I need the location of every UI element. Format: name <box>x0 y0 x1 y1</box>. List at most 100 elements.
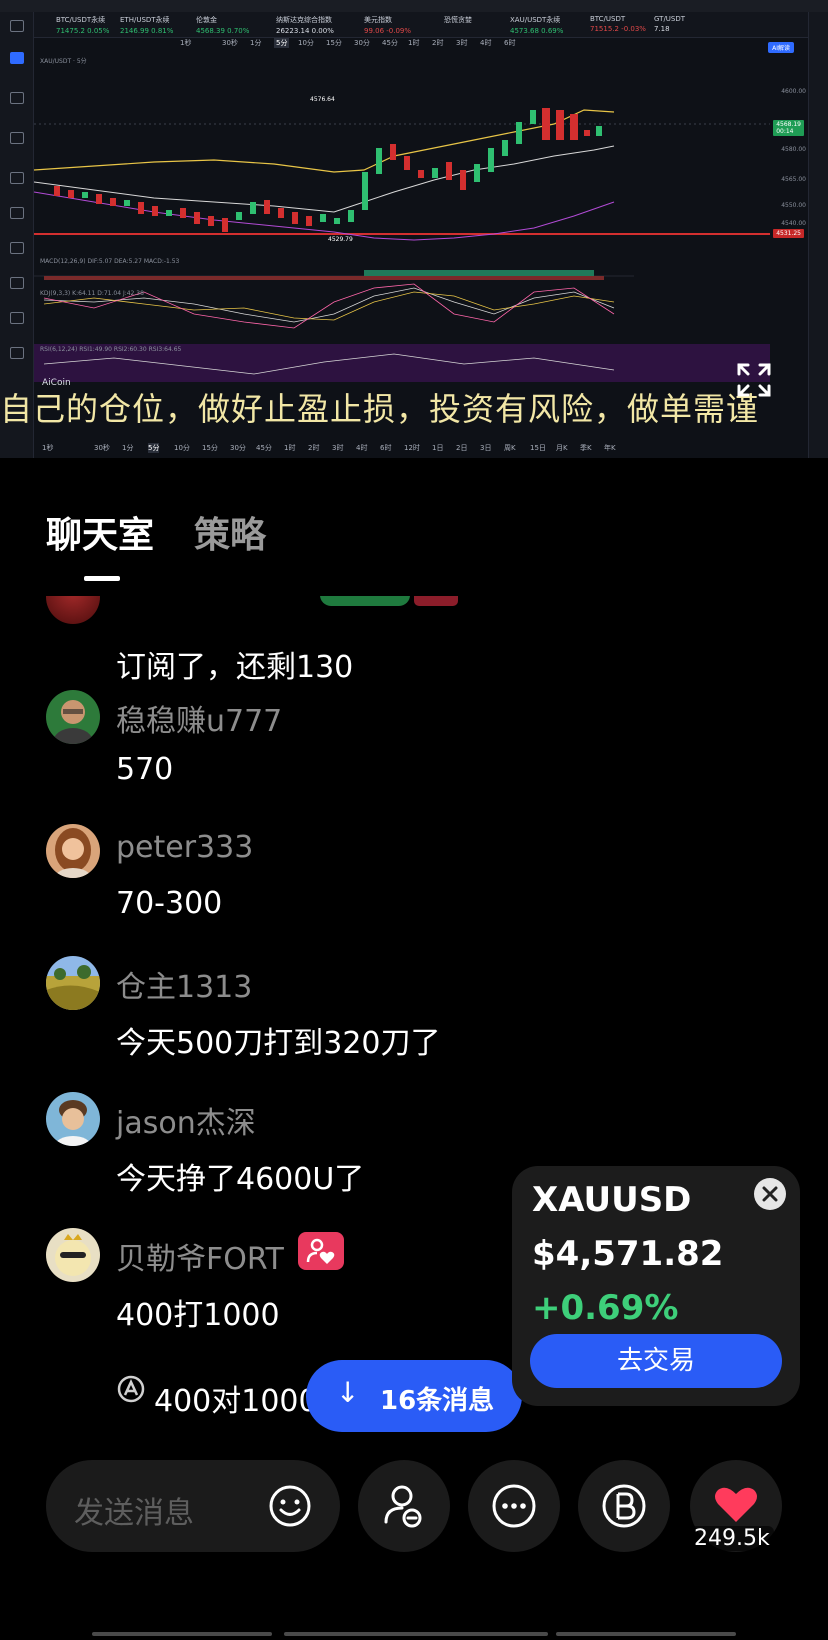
interval-option-selected[interactable]: 5分 <box>148 443 160 453</box>
quote-symbol: XAUUSD <box>532 1180 692 1220</box>
interval-option[interactable]: 4时 <box>480 38 491 48</box>
close-icon[interactable] <box>754 1178 786 1210</box>
ticker-item[interactable]: ETH/USDT永续 2146.99 0.81% <box>120 15 173 35</box>
trade-button[interactable]: 去交易 <box>530 1334 782 1388</box>
interval-option-selected[interactable]: 5分 <box>274 38 290 48</box>
candlestick-chart <box>34 108 770 382</box>
tab-chat-room[interactable]: 聊天室 <box>46 506 154 558</box>
interval-option[interactable]: 1分 <box>122 443 133 453</box>
tab-strategy[interactable]: 策略 <box>194 506 266 558</box>
candle <box>250 202 256 214</box>
interval-option[interactable]: 1分 <box>250 38 261 48</box>
ma-line-yellow <box>34 109 615 173</box>
interval-option[interactable]: 30秒 <box>222 38 238 48</box>
ticker-item[interactable]: GT/USDT 7.18 <box>654 15 685 33</box>
ticker-item[interactable]: BTC/USDT永续 71475.2 0.05% <box>56 15 109 35</box>
username[interactable]: jason杰深 <box>116 1098 256 1142</box>
interval-option[interactable]: 1时 <box>408 38 419 48</box>
interval-option[interactable]: 3时 <box>456 38 467 48</box>
high-price-label: 4576.64 <box>310 96 335 103</box>
message-text: 订阅了，还剩130 <box>116 650 354 685</box>
message-input[interactable]: 发送消息 <box>46 1460 340 1552</box>
interval-option[interactable]: 15分 <box>326 38 342 48</box>
interval-option[interactable]: 季K <box>580 443 592 453</box>
new-messages-button[interactable]: ↓ 16条消息 <box>306 1360 522 1432</box>
username[interactable]: peter333 <box>116 830 253 865</box>
username[interactable]: 贝勒爷FORT <box>116 1234 284 1278</box>
interval-option[interactable]: 12时 <box>404 443 420 453</box>
username[interactable]: 仓主1313 <box>116 962 252 1006</box>
interval-option[interactable]: 3时 <box>332 443 343 453</box>
community-icon <box>10 312 24 324</box>
interval-option[interactable]: 1秒 <box>180 38 191 48</box>
avatar[interactable] <box>46 1092 100 1146</box>
candle <box>530 110 536 124</box>
interval-option[interactable]: 10分 <box>174 443 190 453</box>
interval-option[interactable]: 10分 <box>298 38 314 48</box>
ticker-item[interactable]: 纳斯达克综合指数 26223.14 0.00% <box>276 15 334 35</box>
user-minus-icon <box>384 1485 422 1528</box>
ma-line-white <box>34 145 615 213</box>
candle <box>446 162 452 180</box>
candle <box>488 148 494 172</box>
ticker-item[interactable]: BTC/USDT 71515.2 -0.03% <box>590 15 646 33</box>
ticker-item[interactable]: 恐慌贪婪 <box>444 15 472 27</box>
candle <box>180 208 186 218</box>
follow-user-button[interactable] <box>358 1460 450 1552</box>
coin-button[interactable] <box>578 1460 670 1552</box>
candle <box>236 212 242 220</box>
user-level-badge <box>320 596 410 606</box>
live-chart-video[interactable]: BTC/USDT永续 71475.2 0.05% ETH/USDT永续 2146.9… <box>0 0 828 458</box>
interval-option[interactable]: 1日 <box>432 443 443 453</box>
candle <box>68 190 74 198</box>
interval-option[interactable]: 6时 <box>504 38 515 48</box>
avatar[interactable] <box>46 690 100 744</box>
ticker-item[interactable]: 伦敦金 4568.39 0.70% <box>196 15 249 35</box>
avatar[interactable] <box>46 824 100 878</box>
interval-option[interactable]: 6时 <box>380 443 391 453</box>
avatar[interactable] <box>46 1228 100 1282</box>
interval-option[interactable]: 15分 <box>202 443 218 453</box>
signal-icon <box>10 172 24 184</box>
interval-option[interactable]: 45分 <box>382 38 398 48</box>
interval-option[interactable]: 4时 <box>356 443 367 453</box>
candle <box>194 212 200 224</box>
interval-option[interactable]: 年K <box>604 443 616 453</box>
interval-option[interactable]: 1时 <box>284 443 295 453</box>
fullscreen-icon[interactable] <box>736 362 772 398</box>
message-text: 400打1000 <box>116 1298 280 1333</box>
interval-option[interactable]: 周K <box>504 443 516 453</box>
candle <box>222 218 228 232</box>
interval-option[interactable]: 2时 <box>432 38 443 48</box>
app-root: BTC/USDT永续 71475.2 0.05% ETH/USDT永续 2146.9… <box>0 0 828 1640</box>
active-tab-indicator <box>84 576 120 581</box>
candle <box>208 216 214 226</box>
interval-option[interactable]: 30分 <box>354 38 370 48</box>
last-price-tag: 4568.19 00:14 <box>773 120 804 136</box>
interval-option[interactable]: 2日 <box>456 443 467 453</box>
aicoin-watermark: AiCoin <box>42 378 71 388</box>
ticker-item[interactable]: XAU/USDT永续 4573.68 0.69% <box>510 15 563 35</box>
price-axis-label: 4580.00 <box>781 146 806 153</box>
interval-option[interactable]: 45分 <box>256 443 272 453</box>
chart-info-label: XAU/USDT · 5分 <box>40 58 87 65</box>
home-indicator <box>92 1632 272 1636</box>
rsi-label: RSI(6,12,24) RSI1:49.90 RSI2:60.30 RSI3:… <box>40 346 182 353</box>
ticker-item[interactable]: 美元指数 99.06 -0.09% <box>364 15 411 35</box>
emoji-icon[interactable] <box>266 1482 314 1530</box>
interval-option[interactable]: 2时 <box>308 443 319 453</box>
interval-option[interactable]: 15日 <box>530 443 546 453</box>
interval-option[interactable]: 3日 <box>480 443 491 453</box>
interval-option[interactable]: 月K <box>556 443 568 453</box>
more-button[interactable] <box>468 1460 560 1552</box>
interval-option[interactable]: 1秒 <box>42 443 53 453</box>
candle <box>54 186 60 196</box>
interval-option[interactable]: 30秒 <box>94 443 110 453</box>
quote-card: XAUUSD $4,571.82 +0.69% 去交易 <box>512 1166 800 1406</box>
avatar[interactable] <box>46 596 100 624</box>
new-messages-label: 16条消息 <box>380 1386 495 1416</box>
avatar[interactable] <box>46 956 100 1010</box>
home-indicator <box>556 1632 736 1636</box>
username[interactable]: 稳稳赚u777 <box>116 696 282 740</box>
interval-option[interactable]: 30分 <box>230 443 246 453</box>
